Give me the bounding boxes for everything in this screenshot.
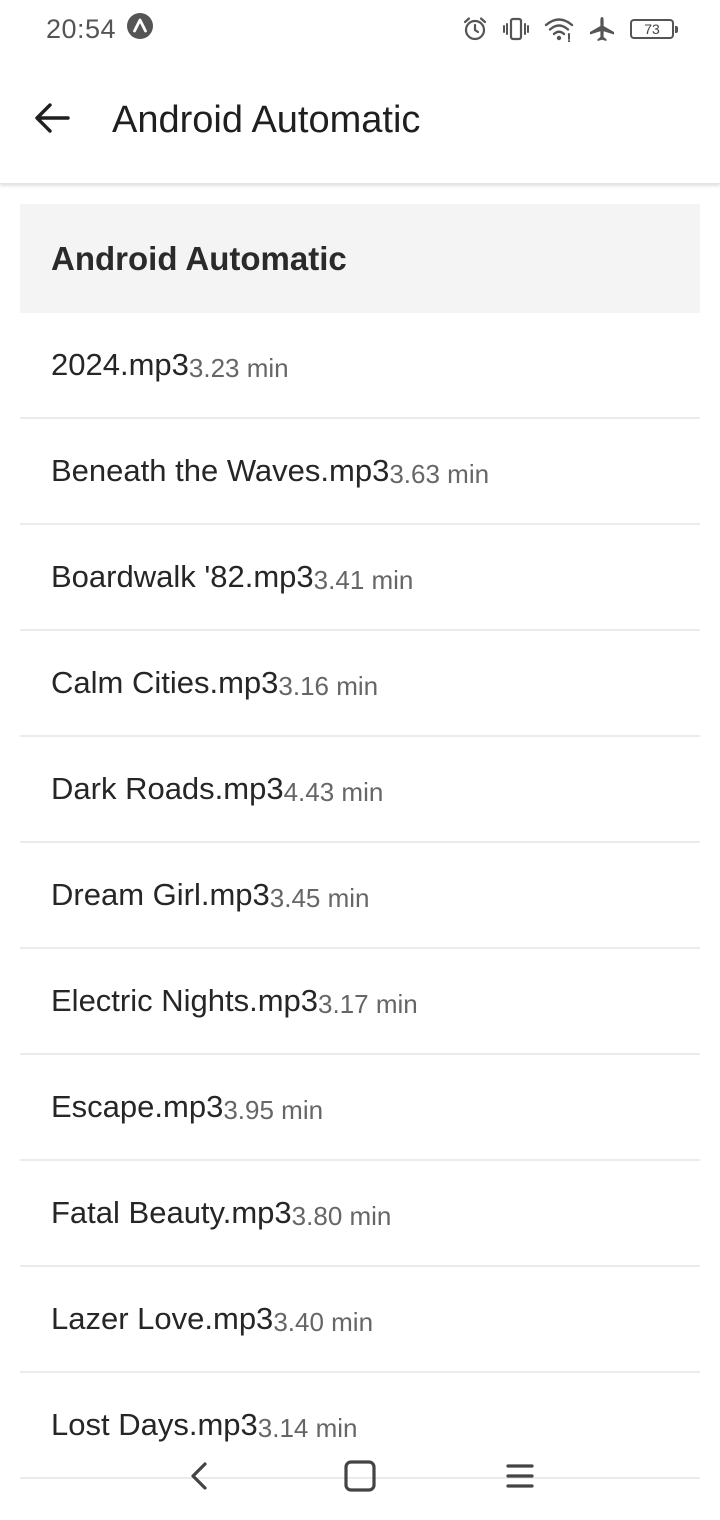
status-left: 20:54 (46, 12, 154, 47)
nav-menu-button[interactable] (490, 1448, 550, 1508)
wifi-icon (544, 16, 574, 42)
list-item[interactable]: Beneath the Waves.mp3 3.63 min (20, 419, 700, 525)
track-name: Lazer Love.mp3 (51, 1301, 274, 1336)
list-item[interactable]: Escape.mp3 3.95 min (20, 1055, 700, 1161)
track-duration: 4.43 min (283, 776, 384, 807)
page-title: Android Automatic (112, 99, 421, 141)
nav-menu-icon (504, 1460, 536, 1497)
section-header: Android Automatic (20, 204, 700, 313)
list-item[interactable]: Electric Nights.mp3 3.17 min (20, 949, 700, 1055)
track-name: Dark Roads.mp3 (51, 771, 284, 806)
list-item[interactable]: 2024.mp3 3.23 min (20, 313, 700, 419)
arrow-back-icon (32, 98, 72, 143)
track-duration: 3.40 min (273, 1306, 374, 1337)
list-item[interactable]: Calm Cities.mp3 3.16 min (20, 631, 700, 737)
track-name: Beneath the Waves.mp3 (51, 453, 390, 488)
track-duration: 3.63 min (389, 458, 490, 489)
track-name: Dream Girl.mp3 (51, 877, 270, 912)
track-list: 2024.mp3 3.23 min Beneath the Waves.mp3 3.6… (20, 313, 700, 1479)
track-duration: 3.23 min (188, 352, 289, 383)
airplane-icon (588, 15, 616, 43)
app-notification-icon (126, 12, 154, 47)
track-duration: 3.45 min (269, 882, 370, 913)
track-name: Electric Nights.mp3 (51, 983, 319, 1018)
battery-level: 73 (644, 21, 660, 37)
track-duration: 3.95 min (223, 1094, 324, 1125)
track-duration: 3.80 min (291, 1200, 392, 1231)
track-duration: 3.17 min (318, 988, 418, 1019)
nav-back-icon (185, 1461, 215, 1496)
system-nav-bar (0, 1436, 720, 1520)
list-item[interactable]: Dream Girl.mp3 3.45 min (20, 843, 700, 949)
status-bar: 20:54 73 (0, 0, 720, 58)
list-item[interactable]: Fatal Beauty.mp3 3.80 min (20, 1161, 700, 1267)
nav-home-button[interactable] (330, 1448, 390, 1508)
app-bar: Android Automatic (0, 58, 720, 184)
battery-icon: 73 (630, 19, 678, 39)
track-name: Fatal Beauty.mp3 (51, 1195, 292, 1230)
list-item[interactable]: Boardwalk '82.mp3 3.41 min (20, 525, 700, 631)
vibrate-icon (502, 16, 530, 42)
status-right: 73 (462, 15, 678, 43)
nav-home-icon (343, 1459, 377, 1498)
list-item[interactable]: Lazer Love.mp3 3.40 min (20, 1267, 700, 1373)
track-duration: 3.16 min (278, 670, 379, 701)
status-time: 20:54 (46, 13, 117, 44)
track-duration: 3.41 min (313, 564, 414, 595)
track-name: 2024.mp3 (51, 347, 189, 382)
alarm-icon (462, 16, 488, 42)
track-name: Boardwalk '82.mp3 (51, 559, 314, 594)
track-name: Calm Cities.mp3 (51, 665, 279, 700)
track-list-container: Android Automatic 2024.mp3 3.23 min Beneat… (20, 204, 700, 1479)
nav-back-button[interactable] (170, 1448, 230, 1508)
back-button[interactable] (22, 91, 82, 151)
list-item[interactable]: Dark Roads.mp3 4.43 min (20, 737, 700, 843)
track-name: Escape.mp3 (51, 1089, 224, 1124)
